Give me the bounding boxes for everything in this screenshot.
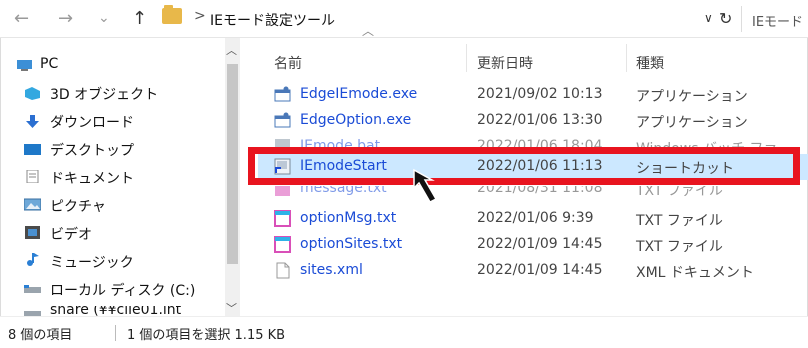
scroll-up-icon[interactable]: ︿ bbox=[226, 42, 237, 58]
address-bar-area: ← → ⌄ ↑ > IEモード設定ツール ∨ ↻ IEモード bbox=[0, 0, 808, 38]
column-header-name[interactable]: 名前 bbox=[274, 53, 302, 73]
table-row[interactable]: EdgeIEmode.exe 2021/09/02 10:13 アプリケーション bbox=[258, 82, 808, 108]
breadcrumb-separator: > bbox=[194, 8, 206, 24]
file-date: 2021/09/02 10:13 bbox=[477, 86, 603, 102]
xml-file-icon bbox=[276, 262, 290, 279]
file-type: TXT ファイル bbox=[636, 186, 723, 199]
text-file-icon bbox=[274, 210, 291, 227]
nav-item-label: ビデオ bbox=[50, 227, 92, 243]
file-type: TXT ファイル bbox=[636, 213, 723, 229]
nav-item-network-share[interactable]: share (¥¥clie01.int bbox=[0, 306, 225, 316]
network-drive-icon bbox=[24, 311, 41, 316]
file-name: EdgeOption.exe bbox=[300, 112, 412, 128]
nav-item-label: 3D オブジェクト bbox=[50, 87, 159, 103]
file-date: 2022/01/06 13:30 bbox=[477, 112, 603, 128]
folder-icon bbox=[162, 5, 182, 24]
application-icon bbox=[274, 112, 291, 128]
pc-icon bbox=[17, 60, 32, 71]
table-row[interactable]: EdgeOption.exe 2022/01/06 13:30 アプリケーション bbox=[258, 108, 808, 134]
file-date: 2022/01/09 14:45 bbox=[477, 262, 603, 278]
file-date: 2021/08/31 11:08 bbox=[477, 186, 603, 196]
address-path[interactable]: > IEモード設定ツール bbox=[160, 5, 720, 32]
nav-item-label: ダウンロード bbox=[50, 115, 134, 131]
file-name: optionMsg.txt bbox=[300, 210, 397, 226]
nav-item-label: デスクトップ bbox=[50, 143, 134, 159]
selection-info: 1 個の項目を選択 1.15 KB bbox=[127, 328, 286, 343]
videos-icon bbox=[25, 226, 40, 239]
chevron-down-icon[interactable]: ∨ bbox=[704, 11, 713, 25]
documents-icon bbox=[26, 170, 39, 183]
drive-icon bbox=[24, 285, 41, 293]
mouse-pointer-icon bbox=[413, 168, 438, 203]
nav-item-label: share (¥¥clie01.int bbox=[50, 306, 182, 316]
desktop-icon bbox=[24, 144, 41, 155]
table-row[interactable]: message.txt 2021/08/31 11:08 TXT ファイル bbox=[258, 186, 808, 200]
music-icon bbox=[27, 253, 39, 266]
file-type: XML ドキュメント bbox=[636, 265, 754, 281]
scroll-down-icon[interactable]: ﹀ bbox=[226, 300, 237, 316]
nav-item-label: ローカル ディスク (C:) bbox=[50, 283, 196, 299]
highlight-box bbox=[248, 147, 800, 185]
sort-ascending-icon: ︿ bbox=[362, 24, 375, 38]
table-row[interactable]: optionSites.txt 2022/01/09 14:45 TXT ファイ… bbox=[258, 232, 808, 258]
column-divider[interactable] bbox=[466, 44, 467, 72]
search-input[interactable]: IEモード bbox=[741, 6, 808, 32]
table-row[interactable]: optionMsg.txt 2022/01/06 9:39 TXT ファイル bbox=[258, 206, 808, 232]
table-row[interactable]: sites.xml 2022/01/09 14:45 XML ドキュメント bbox=[258, 258, 808, 284]
file-name: message.txt bbox=[300, 186, 387, 196]
file-type: アプリケーション bbox=[636, 115, 748, 131]
refresh-icon[interactable]: ↻ bbox=[719, 9, 732, 28]
3d-objects-icon bbox=[25, 87, 40, 100]
file-type: TXT ファイル bbox=[636, 239, 723, 255]
status-bar: 8 個の項目 1 個の項目を選択 1.15 KB bbox=[0, 316, 808, 348]
scrollbar-thumb[interactable] bbox=[227, 64, 238, 264]
file-name: EdgeIEmode.exe bbox=[300, 86, 418, 102]
column-divider[interactable] bbox=[626, 44, 627, 72]
forward-icon[interactable]: → bbox=[58, 8, 73, 29]
up-icon[interactable]: ↑ bbox=[132, 8, 147, 29]
column-header-date[interactable]: 更新日時 bbox=[477, 53, 533, 73]
navigation-pane: PC 3D オブジェクト ダウンロード デスクトップ ドキュメント ピクチャ ビ… bbox=[0, 38, 244, 316]
nav-item-label: ドキュメント bbox=[50, 171, 134, 187]
search-placeholder: IEモード bbox=[752, 15, 804, 30]
file-name: optionSites.txt bbox=[300, 236, 403, 252]
file-date: 2022/01/06 9:39 bbox=[477, 210, 594, 226]
column-header-type[interactable]: 種類 bbox=[636, 53, 664, 73]
text-file-icon bbox=[275, 186, 290, 196]
file-name: sites.xml bbox=[300, 262, 363, 278]
nav-item-label: ミュージック bbox=[50, 255, 134, 271]
pictures-icon bbox=[24, 198, 41, 211]
nav-item-label: PC bbox=[40, 56, 59, 72]
nav-scrollbar[interactable]: ︿ ﹀ bbox=[225, 38, 240, 316]
breadcrumb-current-folder[interactable]: IEモード設定ツール bbox=[210, 10, 335, 30]
application-icon bbox=[274, 86, 291, 102]
divider bbox=[115, 325, 116, 341]
back-icon[interactable]: ← bbox=[14, 8, 29, 29]
file-date: 2022/01/09 14:45 bbox=[477, 236, 603, 252]
item-count: 8 個の項目 bbox=[8, 328, 73, 343]
recent-locations-icon[interactable]: ⌄ bbox=[98, 10, 110, 26]
download-icon bbox=[26, 115, 39, 128]
text-file-icon bbox=[274, 236, 291, 253]
file-type: アプリケーション bbox=[636, 89, 748, 105]
nav-item-label: ピクチャ bbox=[50, 199, 106, 215]
